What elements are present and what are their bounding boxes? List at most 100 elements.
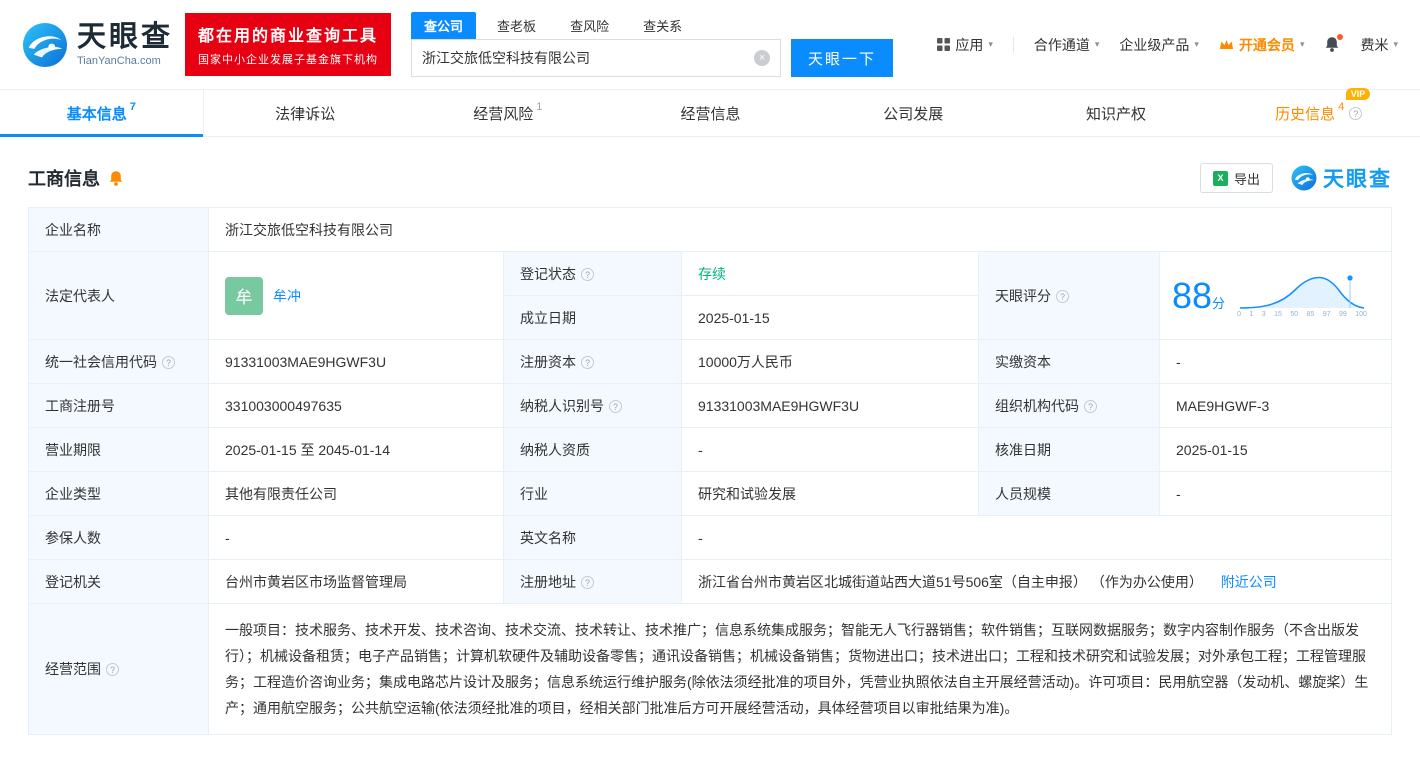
field-value: 2025-01-15 — [1160, 428, 1392, 472]
table-row: 统一社会信用代码? 91331003MAE9HGWF3U 注册资本? 10000… — [29, 340, 1392, 384]
field-value: 2025-01-15 至 2045-01-14 — [209, 428, 504, 472]
field-label: 参保人数 — [29, 516, 209, 560]
table-row: 经营范围? 一般项目：技术服务、技术开发、技术咨询、技术交流、技术转让、技术推广… — [29, 604, 1392, 735]
section-header: 工商信息 X 导出 天眼查 — [28, 163, 1392, 193]
table-row: 企业名称 浙江交旅低空科技有限公司 — [29, 208, 1392, 252]
tab-label: 经营风险 — [473, 103, 533, 124]
field-value: 其他有限责任公司 — [209, 472, 504, 516]
help-icon[interactable]: ? — [1056, 290, 1069, 303]
field-label: 成立日期 — [504, 296, 682, 340]
search-box: × — [411, 39, 781, 77]
score-axis-ticks: 0131550859799100 — [1237, 311, 1367, 318]
tab-label: 公司发展 — [883, 103, 943, 124]
watermark-text: 天眼查 — [1323, 163, 1392, 193]
tab-intellectual-property[interactable]: 知识产权 — [1015, 90, 1218, 136]
search-tab-relation[interactable]: 查关系 — [630, 12, 695, 39]
table-row: 登记机关 台州市黄岩区市场监督管理局 注册地址? 浙江省台州市黄岩区北城街道站西… — [29, 560, 1392, 604]
crown-icon — [1219, 39, 1234, 51]
search-area: 查公司 查老板 查风险 查关系 × 天眼一下 — [411, 12, 893, 77]
field-value: 研究和试验发展 — [682, 472, 979, 516]
tab-badge: 7 — [130, 101, 136, 113]
header-nav: 应用 ▾ 合作通道 ▾ 企业级产品 ▾ 开通会员 ▾ 费米 — [937, 35, 1398, 55]
search-tabs: 查公司 查老板 查风险 查关系 — [411, 12, 893, 39]
search-input[interactable] — [422, 50, 754, 66]
tab-label: 法律诉讼 — [275, 103, 335, 124]
tianyancha-logo[interactable]: 天眼查 TianYanCha.com — [22, 22, 173, 68]
tab-operation-info[interactable]: 经营信息 — [609, 90, 812, 136]
chevron-down-icon: ▾ — [1393, 39, 1398, 50]
help-icon[interactable]: ? — [106, 663, 119, 676]
business-info-table: 企业名称 浙江交旅低空科技有限公司 法定代表人 牟 牟冲 登记状态? 存续 天眼… — [28, 207, 1392, 735]
tianyan-score[interactable]: 88分 0131550859799100 — [1172, 274, 1379, 318]
field-label: 天眼评分? — [979, 252, 1160, 340]
field-value: - — [1160, 472, 1392, 516]
table-row: 参保人数 - 英文名称 - — [29, 516, 1392, 560]
notification-dot — [1337, 34, 1343, 40]
score-distribution-chart — [1237, 274, 1367, 310]
notification-bell[interactable] — [1324, 36, 1340, 53]
apps-grid-icon — [937, 38, 950, 51]
nav-cooperation[interactable]: 合作通道 ▾ — [1034, 35, 1100, 55]
tianyancha-logo-icon — [22, 22, 68, 68]
chevron-down-icon: ▾ — [1300, 39, 1305, 50]
nav-apps[interactable]: 应用 ▾ — [937, 35, 993, 55]
clear-search-icon[interactable]: × — [754, 50, 770, 66]
help-icon[interactable]: ? — [162, 356, 175, 369]
field-value: 台州市黄岩区市场监督管理局 — [209, 560, 504, 604]
field-value: - — [682, 428, 979, 472]
score-unit: 分 — [1212, 296, 1225, 311]
chevron-down-icon: ▾ — [1095, 39, 1100, 50]
field-label: 登记机关 — [29, 560, 209, 604]
tab-history-info[interactable]: 历史信息 4 ? VIP — [1217, 90, 1420, 136]
monitor-bell-icon[interactable] — [108, 170, 124, 187]
table-row: 法定代表人 牟 牟冲 登记状态? 存续 天眼评分? 88分 — [29, 252, 1392, 296]
field-value: 331003000497635 — [209, 384, 504, 428]
tianyancha-logo-icon — [1291, 165, 1317, 191]
legal-rep-avatar[interactable]: 牟 — [225, 277, 263, 315]
export-button[interactable]: X 导出 — [1200, 163, 1273, 193]
tab-basic-info[interactable]: 基本信息 7 — [0, 90, 204, 136]
field-value: - — [209, 516, 504, 560]
table-row: 工商注册号 331003000497635 纳税人识别号? 91331003MA… — [29, 384, 1392, 428]
search-tab-company[interactable]: 查公司 — [411, 12, 476, 39]
tab-label: 历史信息 — [1275, 103, 1335, 124]
field-label: 人员规模 — [979, 472, 1160, 516]
help-icon[interactable]: ? — [1084, 400, 1097, 413]
field-label: 英文名称 — [504, 516, 682, 560]
help-icon[interactable]: ? — [1349, 107, 1362, 120]
tab-operation-risk[interactable]: 经营风险 1 — [406, 90, 609, 136]
field-label: 经营范围? — [29, 604, 209, 735]
nearby-companies-link[interactable]: 附近公司 — [1221, 574, 1277, 590]
tab-label: 经营信息 — [681, 103, 741, 124]
field-value: 存续 — [682, 252, 979, 296]
field-label: 统一社会信用代码? — [29, 340, 209, 384]
nav-vip-label: 开通会员 — [1239, 35, 1295, 55]
help-icon[interactable]: ? — [581, 268, 594, 281]
search-tab-risk[interactable]: 查风险 — [557, 12, 622, 39]
search-tab-boss[interactable]: 查老板 — [484, 12, 549, 39]
field-label: 营业期限 — [29, 428, 209, 472]
nav-enterprise-products[interactable]: 企业级产品 ▾ — [1119, 35, 1199, 55]
legal-rep-link[interactable]: 牟冲 — [273, 286, 301, 306]
nav-user-menu[interactable]: 费米 ▾ — [1360, 35, 1398, 55]
tianyancha-company-page: { "colors": { "brand_blue": "#0a8cff", "… — [0, 0, 1420, 760]
slogan-line1: 都在用的商业查询工具 — [198, 22, 378, 46]
nav-open-vip[interactable]: 开通会员 ▾ — [1219, 35, 1305, 55]
help-icon[interactable]: ? — [609, 400, 622, 413]
tab-company-development[interactable]: 公司发展 — [812, 90, 1015, 136]
field-value: 91331003MAE9HGWF3U — [682, 384, 979, 428]
field-label: 纳税人识别号? — [504, 384, 682, 428]
field-value: 10000万人民币 — [682, 340, 979, 384]
field-value: 2025-01-15 — [682, 296, 979, 340]
tab-legal-proceedings[interactable]: 法律诉讼 — [204, 90, 407, 136]
watermark-logo: 天眼查 — [1291, 163, 1392, 193]
slogan-line2: 国家中小企业发展子基金旗下机构 — [198, 51, 378, 67]
top-header: 天眼查 TianYanCha.com 都在用的商业查询工具 国家中小企业发展子基… — [0, 0, 1420, 90]
field-value: 牟 牟冲 — [209, 252, 504, 340]
search-button[interactable]: 天眼一下 — [791, 39, 893, 77]
field-label: 注册地址? — [504, 560, 682, 604]
nav-enterprise-label: 企业级产品 — [1119, 35, 1189, 55]
field-label: 行业 — [504, 472, 682, 516]
help-icon[interactable]: ? — [581, 356, 594, 369]
help-icon[interactable]: ? — [581, 576, 594, 589]
